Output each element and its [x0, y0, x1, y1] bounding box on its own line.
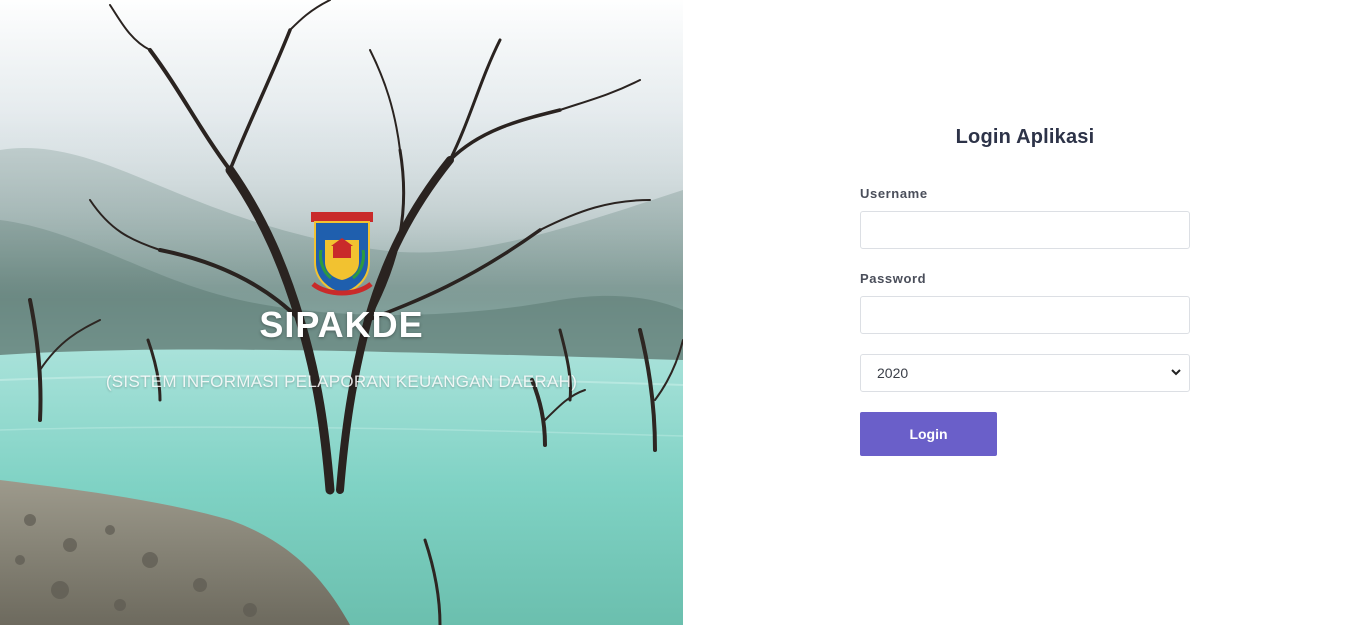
login-title: Login Aplikasi: [955, 126, 1095, 148]
password-group: Password: [860, 271, 1190, 334]
year-select[interactable]: 2020: [860, 354, 1190, 392]
login-form: Login Aplikasi Username Password 2020 Lo…: [860, 126, 1190, 456]
brand-block: SIPAKDE (SISTEM INFORMASI PELAPORAN KEUA…: [0, 210, 683, 392]
password-input[interactable]: [860, 296, 1190, 334]
password-label: Password: [860, 271, 927, 286]
app-subtitle: (SISTEM INFORMASI PELAPORAN KEUANGAN DAE…: [105, 372, 578, 391]
chevron-down-icon: [1171, 369, 1181, 376]
year-select-value: 2020: [860, 354, 1190, 392]
app-title: SIPAKDE: [259, 304, 424, 345]
city-emblem-logo: [310, 212, 373, 296]
username-group: Username: [860, 186, 1190, 249]
login-button[interactable]: Login: [860, 412, 997, 456]
username-label: Username: [860, 186, 928, 201]
username-input[interactable]: [860, 211, 1190, 249]
hero-panel: SIPAKDE (SISTEM INFORMASI PELAPORAN KEUA…: [0, 0, 683, 625]
